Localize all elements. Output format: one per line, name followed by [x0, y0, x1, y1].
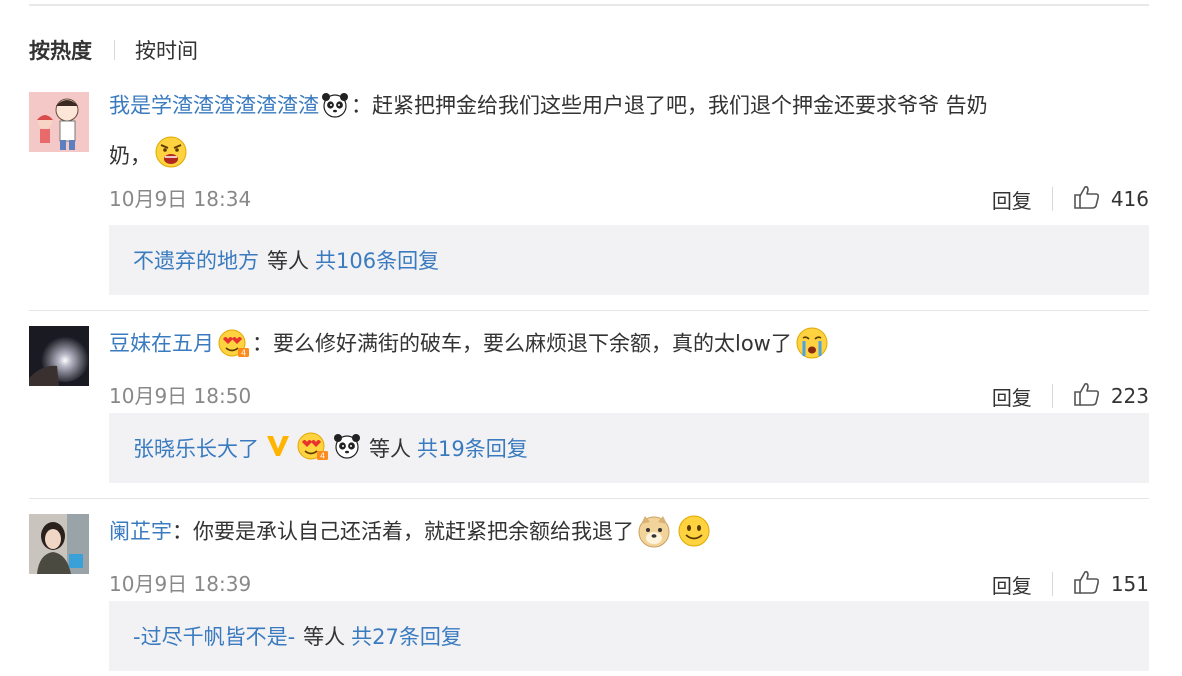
username[interactable]: 阑芷宇 [109, 520, 172, 544]
sort-bar: 按热度 按时间 [29, 34, 198, 66]
like-count: 151 [1110, 572, 1149, 596]
top-divider [29, 4, 1149, 6]
action-separator [1051, 384, 1053, 408]
comment-text-line2: 奶， [109, 144, 151, 168]
comment-text-line1: ：赶紧把押金给我们这些用户退了吧，我们退个押金还要求爷爷 告奶 [351, 93, 988, 118]
comment-divider [29, 310, 1149, 311]
doge-emoji-icon [636, 514, 672, 551]
comment-time: 10月9日 18:39 [109, 572, 252, 596]
avatar[interactable] [29, 92, 89, 152]
comment-divider [29, 498, 1149, 499]
like-count: 223 [1110, 384, 1149, 408]
username[interactable]: 我是学渣渣渣渣渣渣渣 [109, 94, 319, 118]
reply-count-link[interactable]: 共19条回复 [417, 433, 528, 463]
smile-emoji-icon [676, 514, 712, 551]
reply-button[interactable]: 回复 [992, 382, 1032, 411]
like-count: 416 [1110, 187, 1149, 211]
reply-button[interactable]: 回复 [992, 185, 1032, 214]
panda-emoji-icon [333, 433, 361, 464]
action-separator [1051, 187, 1053, 211]
verified-v-icon [265, 433, 291, 464]
replies-summary[interactable]: 不遗弃的地方 等人 共106条回复 [109, 225, 1149, 295]
avatar[interactable] [29, 514, 89, 574]
sort-by-hot[interactable]: 按热度 [29, 35, 92, 65]
crying-face-emoji-icon [794, 326, 830, 363]
heart-eyes-emoji-icon: 4 [216, 328, 250, 361]
reply-count-link[interactable]: 共27条回复 [351, 621, 462, 651]
sort-separator [114, 40, 115, 60]
sort-by-time[interactable]: 按时间 [135, 35, 198, 65]
reply-user-name[interactable]: 不遗弃的地方 [133, 245, 259, 275]
reply-suffix: 等人 [303, 625, 346, 649]
panda-emoji-icon [321, 92, 349, 121]
reply-count-link[interactable]: 共106条回复 [315, 245, 439, 275]
thumbs-up-icon[interactable] [1073, 381, 1101, 412]
reply-button[interactable]: 回复 [992, 570, 1032, 599]
username[interactable]: 豆妹在五月 [109, 332, 214, 356]
thumbs-up-icon[interactable] [1073, 569, 1101, 600]
replies-summary[interactable]: -过尽千帆皆不是- 等人 共27条回复 [109, 601, 1149, 671]
reply-suffix: 等人 [267, 249, 309, 273]
reply-user-name[interactable]: 张晓乐长大了 [133, 433, 259, 463]
replies-summary[interactable]: 张晓乐长大了 4 等人 共19条回复 [109, 413, 1149, 483]
comment-text: ：要么修好满街的破车，要么麻烦退下余额，真的太low了 [252, 331, 792, 356]
avatar[interactable] [29, 326, 89, 386]
svg-text:4: 4 [241, 349, 246, 358]
comment-time: 10月9日 18:34 [109, 187, 252, 211]
angry-face-emoji-icon [153, 135, 189, 179]
action-separator [1051, 572, 1053, 596]
member-badge-icon: 4 [295, 431, 329, 466]
reply-user-name[interactable]: -过尽千帆皆不是- [133, 621, 295, 651]
comment-text: ：你要是承认自己还活着，就赶紧把余额给我退了 [172, 519, 634, 544]
comment-time: 10月9日 18:50 [109, 384, 252, 408]
reply-suffix: 等人 [369, 437, 411, 461]
thumbs-up-icon[interactable] [1073, 184, 1101, 215]
svg-text:4: 4 [320, 451, 325, 460]
